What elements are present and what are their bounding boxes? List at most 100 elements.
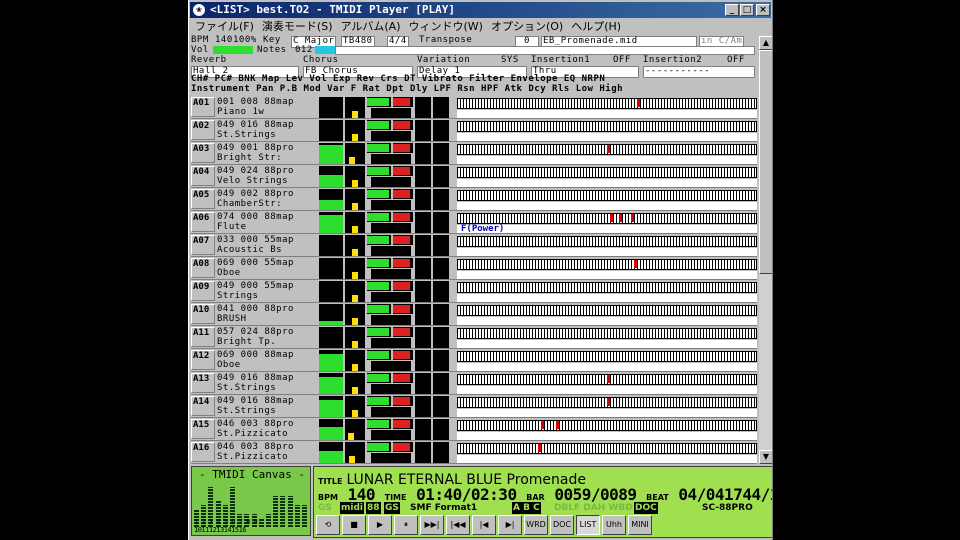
repeat-button[interactable]: ⟲ xyxy=(316,515,340,535)
expression-fill xyxy=(393,420,410,428)
channel-number[interactable]: A08 xyxy=(191,258,215,278)
previous-button[interactable]: |◀◀ xyxy=(446,515,470,535)
scroll-down-arrow[interactable]: ▼ xyxy=(759,450,772,464)
transpose-label: Transpose xyxy=(419,35,473,45)
pitchbend-meter xyxy=(371,315,411,325)
variation-meter xyxy=(433,166,449,187)
channel-row[interactable]: A08 069 000 55map Oboe xyxy=(191,257,757,280)
active-note xyxy=(637,99,640,107)
channel-row[interactable]: A10 041 000 88pro BRUSH xyxy=(191,303,757,326)
doc-button[interactable]: DOC xyxy=(550,515,574,535)
channel-row[interactable]: A05 049 002 88pro ChamberStr: xyxy=(191,188,757,211)
variation-meter xyxy=(433,212,449,233)
menu-play-mode[interactable]: 演奏モード(S) xyxy=(258,19,337,35)
menu-help[interactable]: ヘルプ(H) xyxy=(567,19,625,35)
channel-number[interactable]: A12 xyxy=(191,350,215,370)
channel-row[interactable]: A06 074 000 88map Flute F(Power) xyxy=(191,211,757,234)
next-button[interactable]: ▶| xyxy=(498,515,522,535)
piano-keyboard xyxy=(457,351,757,362)
tmidi-icon[interactable]: ❀ xyxy=(193,4,205,16)
channel-row[interactable]: A12 069 000 88map Oboe xyxy=(191,349,757,372)
channel-row[interactable]: A07 033 000 55map Acoustic Bs xyxy=(191,234,757,257)
channel-number[interactable]: A14 xyxy=(191,396,215,416)
close-button[interactable]: × xyxy=(756,4,770,16)
channel-number[interactable]: A01 xyxy=(191,97,215,117)
channel-number[interactable]: A04 xyxy=(191,166,215,186)
channel-row[interactable]: A16 046 003 88pro St.Pizzicato xyxy=(191,441,757,464)
channel-number[interactable]: A11 xyxy=(191,327,215,347)
keyboard-status-strip xyxy=(457,110,757,118)
pitchbend-meter xyxy=(371,200,411,210)
channel-row[interactable]: A09 049 000 55map Strings xyxy=(191,280,757,303)
pan-marker xyxy=(352,364,358,371)
channel-number[interactable]: A03 xyxy=(191,143,215,163)
program-info: 049 016 88map St.Strings xyxy=(217,120,294,140)
expression-meter xyxy=(393,442,413,452)
level-meter xyxy=(319,419,343,440)
volume-meter xyxy=(367,396,391,406)
menu-album[interactable]: アルバム(A) xyxy=(337,19,405,35)
channel-number[interactable]: A13 xyxy=(191,373,215,393)
title-bar[interactable]: ❀ <LIST> best.TO2 - TMIDI Player [PLAY] … xyxy=(190,2,771,18)
menu-file[interactable]: ファイル(F) xyxy=(191,19,258,35)
wrd-button[interactable]: WRD xyxy=(524,515,548,535)
instrument-name: Velo Strings xyxy=(217,176,289,186)
pan-meter xyxy=(345,442,365,463)
mini-button[interactable]: MINI xyxy=(628,515,652,535)
program-bank-map: 069 000 55map xyxy=(217,258,294,268)
channel-number[interactable]: A02 xyxy=(191,120,215,140)
maximize-button[interactable]: □ xyxy=(740,4,754,16)
menu-window[interactable]: ウィンドウ(W) xyxy=(405,19,487,35)
channel-row[interactable]: A11 057 024 88pro Bright Tp. xyxy=(191,326,757,349)
variation-meter xyxy=(433,97,449,118)
vertical-scrollbar[interactable]: ▲ ▼ xyxy=(759,36,772,464)
scroll-up-arrow[interactable]: ▲ xyxy=(759,36,772,50)
percent-value: 100% xyxy=(233,35,257,45)
format-strip: GS midi 88 GS SMF Format1 A B C DBLF DAH… xyxy=(316,502,772,514)
pan-meter xyxy=(345,97,365,118)
channel-number[interactable]: A15 xyxy=(191,419,215,439)
channel-row[interactable]: A14 049 016 88map St.Strings xyxy=(191,395,757,418)
pitchbend-meter xyxy=(371,269,411,279)
program-bank-map: 041 000 88pro xyxy=(217,304,294,314)
pan-marker xyxy=(349,157,356,164)
sound-module: SC-88PRO xyxy=(702,503,753,513)
channel-row[interactable]: A02 049 016 88map St.Strings xyxy=(191,119,757,142)
menu-options[interactable]: オプション(O) xyxy=(487,19,567,35)
minimize-button[interactable]: _ xyxy=(725,4,739,16)
channel-number[interactable]: A09 xyxy=(191,281,215,301)
channel-row[interactable]: A01 001 008 88map Piano 1w xyxy=(191,96,757,119)
graph-button[interactable]: Uhh xyxy=(602,515,626,535)
pitchbend-meter xyxy=(371,384,411,394)
fast-forward-button[interactable]: ▶▶| xyxy=(420,515,444,535)
channel-row[interactable]: A13 049 016 88map St.Strings xyxy=(191,372,757,395)
pan-marker xyxy=(349,456,356,463)
variation-meter xyxy=(433,235,449,256)
channel-number[interactable]: A10 xyxy=(191,304,215,324)
volume-meter xyxy=(367,281,391,291)
channel-number[interactable]: A05 xyxy=(191,189,215,209)
channel-row[interactable]: A04 049 024 88pro Velo Strings xyxy=(191,165,757,188)
play-button[interactable]: ▶ xyxy=(368,515,392,535)
pan-marker xyxy=(352,249,358,256)
program-info: 033 000 55map Acoustic Bs xyxy=(217,235,294,255)
instrument-name: St.Strings xyxy=(217,130,277,140)
pan-meter xyxy=(345,212,365,233)
pan-marker xyxy=(352,341,358,348)
pitchbend-meter xyxy=(371,108,411,118)
list-button[interactable]: LIST xyxy=(576,515,600,535)
channel-row[interactable]: A15 046 003 88pro St.Pizzicato xyxy=(191,418,757,441)
stop-button[interactable]: ■ xyxy=(342,515,366,535)
volume-fill xyxy=(367,213,389,221)
rewind-button[interactable]: |◀ xyxy=(472,515,496,535)
variation-meter xyxy=(433,143,449,164)
channel-number[interactable]: A06 xyxy=(191,212,215,232)
variation-meter xyxy=(433,327,449,348)
pitchbend-meter xyxy=(371,154,411,164)
channel-number[interactable]: A07 xyxy=(191,235,215,255)
pan-meter xyxy=(345,143,365,164)
channel-row[interactable]: A03 049 001 88pro Bright Str: xyxy=(191,142,757,165)
channel-number[interactable]: A16 xyxy=(191,442,215,462)
pause-button[interactable]: ⏸ xyxy=(394,515,418,535)
scroll-thumb[interactable] xyxy=(759,50,772,274)
